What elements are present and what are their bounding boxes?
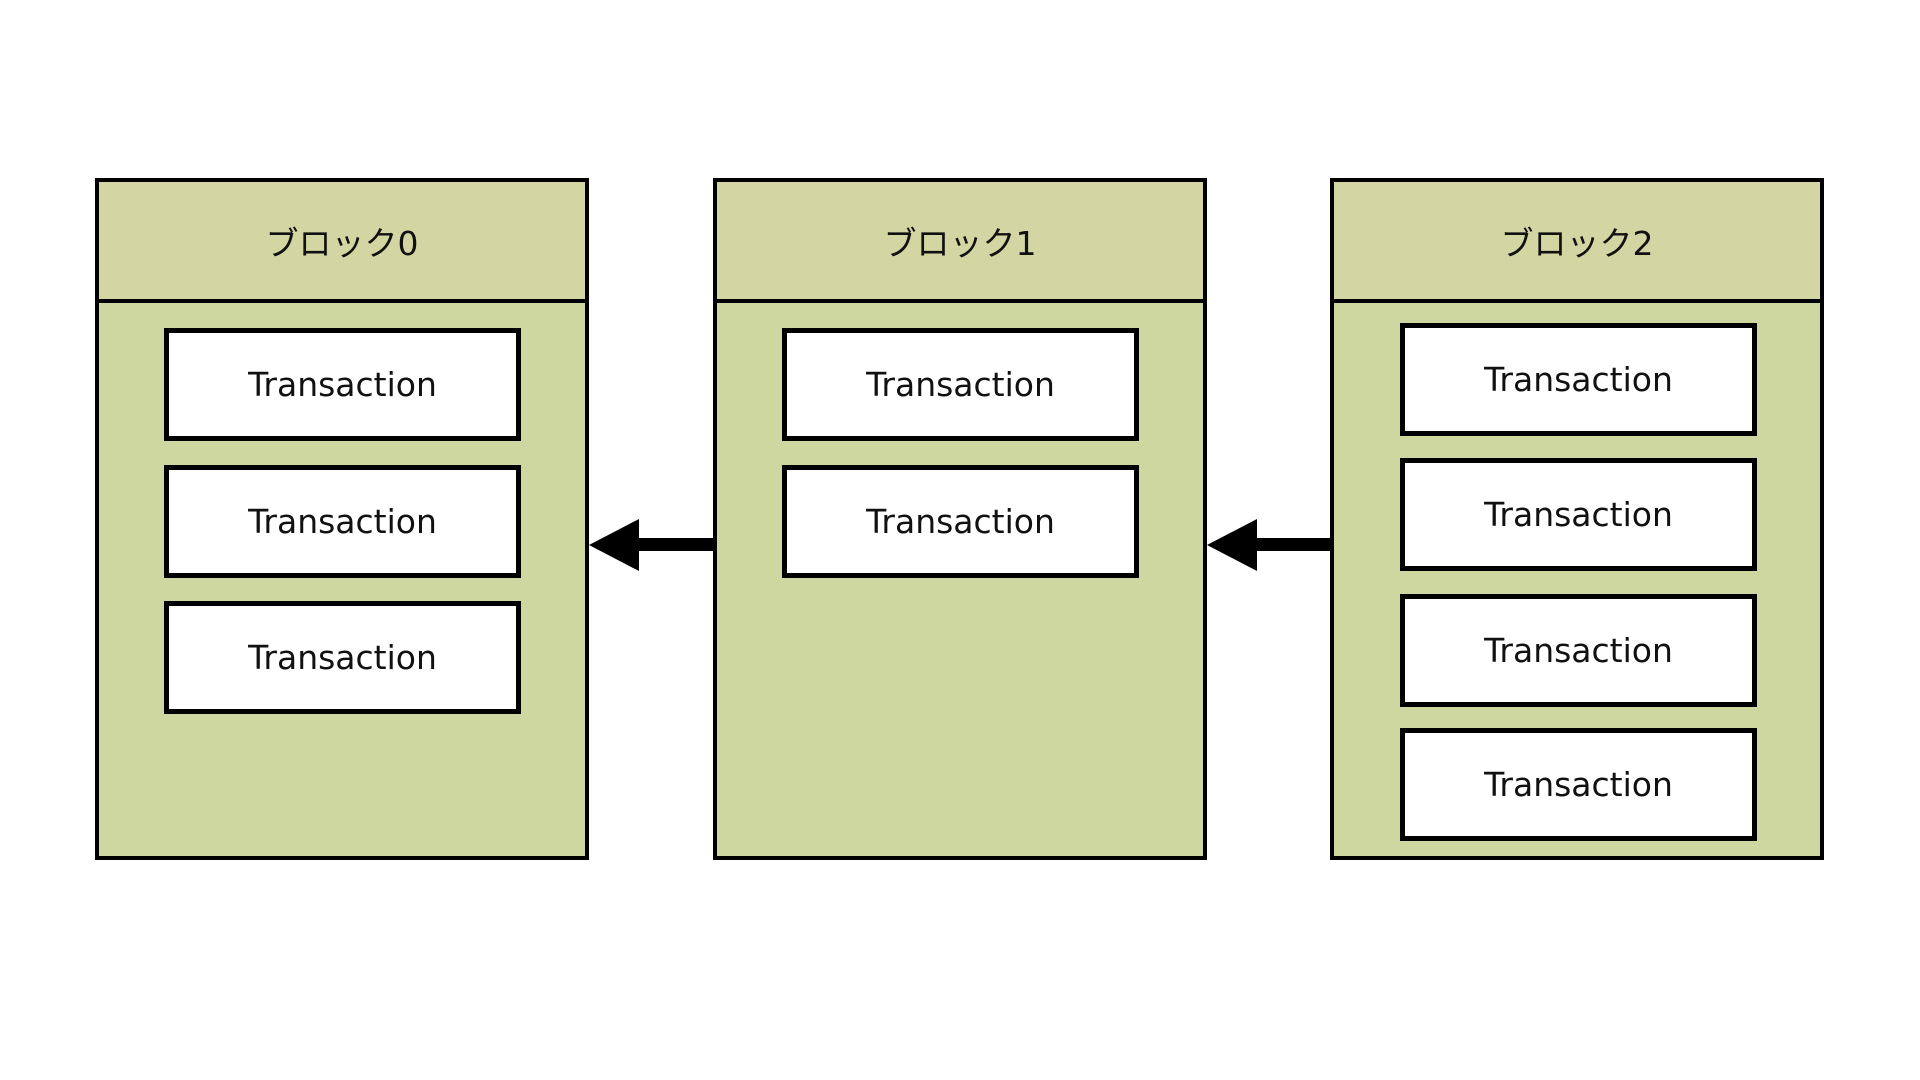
arrow-head [1207, 519, 1257, 571]
transaction-box: Transaction [1400, 594, 1757, 707]
transaction-box: Transaction [782, 465, 1139, 578]
arrow-head [589, 519, 639, 571]
transaction-box: Transaction [164, 328, 521, 441]
transaction-box: Transaction [164, 465, 521, 578]
block-2: ブロック2 Transaction Transaction Transactio… [1330, 178, 1824, 860]
block-1: ブロック1 Transaction Transaction [713, 178, 1207, 860]
block-header: ブロック0 [99, 182, 585, 303]
arrow-block1-to-block0 [589, 519, 715, 571]
block-header: ブロック1 [717, 182, 1203, 303]
arrow-shaft [635, 538, 715, 551]
block-0: ブロック0 Transaction Transaction Transactio… [95, 178, 589, 860]
transaction-box: Transaction [1400, 728, 1757, 841]
arrow-block2-to-block1 [1207, 519, 1332, 571]
arrow-shaft [1253, 538, 1332, 551]
transaction-box: Transaction [1400, 323, 1757, 436]
block-header: ブロック2 [1334, 182, 1820, 303]
transaction-box: Transaction [782, 328, 1139, 441]
transaction-box: Transaction [164, 601, 521, 714]
transaction-box: Transaction [1400, 458, 1757, 571]
